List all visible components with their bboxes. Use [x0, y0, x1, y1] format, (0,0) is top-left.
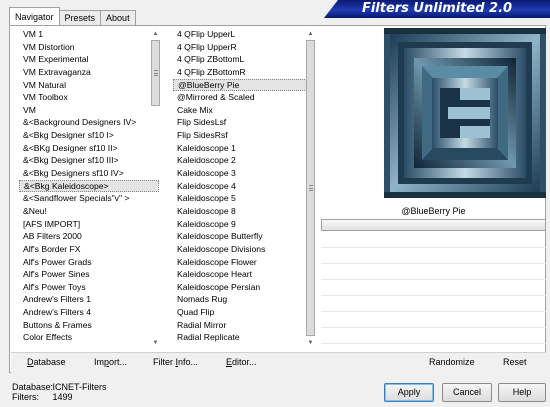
list-item[interactable]: AB Filters 2000	[19, 230, 159, 243]
randomize-button[interactable]: Randomize	[429, 357, 475, 367]
list-item[interactable]: Cake Mix	[173, 104, 313, 117]
list-item[interactable]: &Neu!	[19, 205, 159, 218]
navigator-panel: VM 1 VM Distortion VM Experimental VM Extra…	[9, 25, 546, 373]
list-item[interactable]: Andrew's Filters 1	[19, 293, 159, 306]
list-item[interactable]: Kaleidoscope Flower	[173, 256, 313, 269]
list-item[interactable]: &<Bkg Designer sf10 III>	[19, 154, 159, 167]
scrollbar-thumb[interactable]	[306, 40, 315, 336]
filters-count-value: 1499	[52, 392, 73, 402]
apply-button[interactable]: Apply	[384, 383, 434, 402]
list-item[interactable]: &<Background Designers IV>	[19, 116, 159, 129]
database-label: Database:	[12, 382, 54, 392]
list-item[interactable]: VM Extravaganza	[19, 66, 159, 79]
list-item[interactable]: 4 QFlip UpperL	[173, 28, 313, 41]
tab-bar: Navigator Presets About	[9, 7, 136, 25]
list-item[interactable]: Alf's Power Sines	[19, 268, 159, 281]
list-item[interactable]: Kaleidoscope 3	[173, 167, 313, 180]
tab-navigator[interactable]: Navigator	[9, 7, 60, 25]
list-item[interactable]: Buttons & Frames	[19, 319, 159, 332]
list-item[interactable]: Kaleidoscope Divisions	[173, 243, 313, 256]
list-item[interactable]: Alf's Power Toys	[19, 281, 159, 294]
parameter-area	[321, 232, 546, 344]
filter-scrollbar[interactable]: ▲ ▼	[306, 30, 315, 347]
tab-about[interactable]: About	[100, 10, 136, 25]
list-item[interactable]: VM Toolbox	[19, 91, 159, 104]
filters-count-label: Filters:	[12, 392, 39, 402]
reset-button[interactable]: Reset	[503, 357, 527, 367]
list-item[interactable]: Radial Replicate	[173, 331, 313, 344]
database-button[interactable]: Database	[27, 357, 66, 367]
category-list[interactable]: VM 1 VM Distortion VM Experimental VM Extra…	[19, 28, 159, 348]
list-item[interactable]: VM Distortion	[19, 41, 159, 54]
list-item[interactable]: VM	[19, 104, 159, 117]
category-scrollbar[interactable]: ▲ ▼	[151, 30, 160, 347]
list-item[interactable]: VM 1	[19, 28, 159, 41]
database-info: Database: ICNET-Filters Filters: 1499	[12, 382, 107, 402]
list-item-selected[interactable]: @BlueBerry Pie	[173, 78, 313, 92]
list-item[interactable]: Alf's Border FX	[19, 243, 159, 256]
list-item[interactable]: Kaleidoscope 4	[173, 180, 313, 193]
cancel-button[interactable]: Cancel	[442, 383, 492, 402]
list-item[interactable]: Kaleidoscope 8	[173, 205, 313, 218]
current-filter-name: @BlueBerry Pie	[401, 206, 466, 216]
list-item[interactable]: Kaleidoscope 5	[173, 192, 313, 205]
list-item-selected[interactable]: &<Bkg Kaleidoscope>	[19, 179, 159, 193]
list-item[interactable]: Andrew's Filters 4	[19, 306, 159, 319]
list-item[interactable]: &<Bkg Designer sf10 I>	[19, 129, 159, 142]
scroll-down-arrow-icon[interactable]: ▼	[306, 339, 315, 347]
preview-kaleidoscope-graphic	[384, 28, 546, 198]
list-item[interactable]: VM Experimental	[19, 53, 159, 66]
list-item[interactable]: @Mirrored & Scaled	[173, 91, 313, 104]
list-item[interactable]: Kaleidoscope 1	[173, 142, 313, 155]
list-item[interactable]: [AFS IMPORT]	[19, 218, 159, 231]
list-item[interactable]: Nomads Rug	[173, 293, 313, 306]
scroll-up-arrow-icon[interactable]: ▲	[306, 30, 315, 38]
filter-list[interactable]: 4 QFlip UpperL 4 QFlip UpperR 4 QFlip ZBot…	[173, 28, 313, 348]
scrollbar-thumb[interactable]	[151, 40, 160, 106]
editor-button[interactable]: Editor...	[226, 357, 257, 367]
list-item[interactable]: &<Bkg Designers sf10 IV>	[19, 167, 159, 180]
list-item[interactable]: Kaleidoscope Persian	[173, 281, 313, 294]
filter-preview-image	[384, 28, 546, 198]
list-item[interactable]: Kaleidoscope Heart	[173, 268, 313, 281]
tab-presets[interactable]: Presets	[58, 10, 102, 25]
help-button[interactable]: Help	[498, 383, 546, 402]
app-title-banner: Filters Unlimited 2.0	[324, 0, 550, 18]
scroll-down-arrow-icon[interactable]: ▼	[151, 339, 160, 347]
list-item[interactable]: Flip SidesRsf	[173, 129, 313, 142]
scroll-up-arrow-icon[interactable]: ▲	[151, 30, 160, 38]
list-item[interactable]: Kaleidoscope 9	[173, 218, 313, 231]
database-value: ICNET-Filters	[52, 382, 107, 392]
parameter-slider[interactable]	[321, 219, 546, 231]
list-item[interactable]: Alf's Power Grads	[19, 256, 159, 269]
list-item[interactable]: VM Natural	[19, 79, 159, 92]
list-item[interactable]: 4 QFlip UpperR	[173, 41, 313, 54]
list-item[interactable]: Kaleidoscope 2	[173, 154, 313, 167]
list-item[interactable]: 4 QFlip ZBottomR	[173, 66, 313, 79]
list-item[interactable]: &<BKg Designer sf10 II>	[19, 142, 159, 155]
list-item[interactable]: Color Effects	[19, 331, 159, 344]
list-item[interactable]: Kaleidoscope Butterfly	[173, 230, 313, 243]
list-item[interactable]: Quad Flip	[173, 306, 313, 319]
list-item[interactable]: Radial Mirror	[173, 319, 313, 332]
list-item[interactable]: 4 QFlip ZBottomL	[173, 53, 313, 66]
navigator-toolbar: Database Import... Filter Info... Editor…	[11, 352, 546, 373]
list-item[interactable]: &<Sandflower Specials"v" >	[19, 192, 159, 205]
import-button[interactable]: Import...	[94, 357, 127, 367]
list-item[interactable]: Flip SidesLsf	[173, 116, 313, 129]
filter-info-button[interactable]: Filter Info...	[153, 357, 198, 367]
